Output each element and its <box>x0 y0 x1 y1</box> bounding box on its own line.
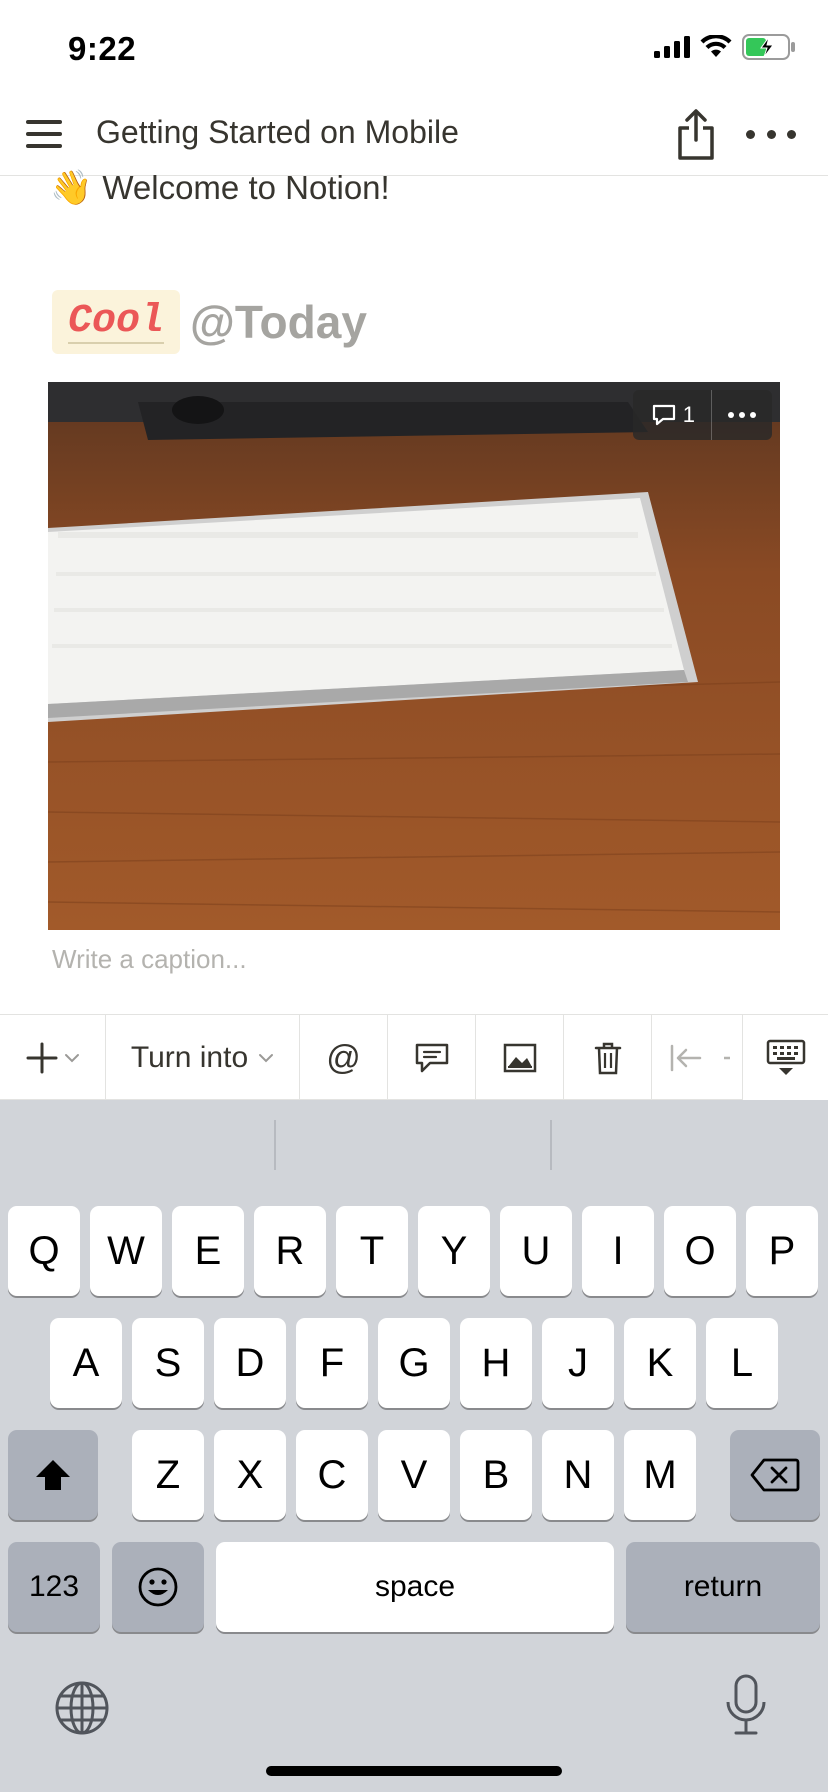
wifi-icon <box>700 35 732 57</box>
trash-icon <box>594 1042 621 1075</box>
waving-hand-emoji: 👋 <box>50 169 93 207</box>
key-b[interactable]: B <box>460 1430 532 1520</box>
date-mention-placeholder: @Today <box>190 296 367 348</box>
mention-button[interactable]: @ <box>300 1015 388 1101</box>
key-y[interactable]: Y <box>418 1206 490 1296</box>
key-x[interactable]: X <box>214 1430 286 1520</box>
key-v[interactable]: V <box>378 1430 450 1520</box>
key-r[interactable]: R <box>254 1206 326 1296</box>
numbers-key[interactable]: 123 <box>8 1542 100 1632</box>
comment-icon <box>415 1043 448 1073</box>
backspace-icon <box>750 1458 800 1492</box>
text-block[interactable]: Cool @Today <box>52 290 367 354</box>
inline-code-highlight: Cool <box>52 290 181 354</box>
globe-icon[interactable] <box>54 1680 110 1736</box>
key-u[interactable]: U <box>500 1206 572 1296</box>
turn-into-label: Turn into <box>130 1041 249 1074</box>
welcome-text: Welcome to Notion! <box>102 169 390 206</box>
more-options-icon[interactable] <box>746 116 796 152</box>
suggestion-divider <box>274 1120 276 1170</box>
insert-image-button[interactable] <box>476 1015 564 1101</box>
inline-code-text: Cool <box>68 299 165 344</box>
suggestion-divider <box>550 1120 552 1170</box>
comment-icon <box>652 404 675 426</box>
backspace-key[interactable] <box>730 1430 820 1520</box>
status-time: 9:22 <box>68 30 137 67</box>
key-l[interactable]: L <box>706 1318 778 1408</box>
onscreen-keyboard: Q W E R T Y U I O P A S D F G H J K L Z … <box>0 1100 828 1792</box>
cellular-signal-icon <box>654 36 690 58</box>
keyboard-hide-icon <box>766 1039 805 1075</box>
key-e[interactable]: E <box>172 1206 244 1296</box>
delete-block-button[interactable] <box>564 1015 652 1101</box>
home-indicator[interactable] <box>266 1766 562 1776</box>
key-a[interactable]: A <box>50 1318 122 1408</box>
key-g[interactable]: G <box>378 1318 450 1408</box>
microphone-icon[interactable] <box>724 1674 768 1736</box>
key-k[interactable]: K <box>624 1318 696 1408</box>
at-sign-icon: @ <box>326 1038 361 1077</box>
status-bar: 9:22 <box>0 0 828 96</box>
outdent-button[interactable] <box>652 1015 740 1101</box>
page-title: Getting Started on Mobile <box>96 114 459 150</box>
key-p[interactable]: P <box>746 1206 818 1296</box>
image-icon <box>503 1043 536 1073</box>
return-key[interactable]: return <box>626 1542 820 1632</box>
shift-key[interactable] <box>8 1430 98 1520</box>
key-w[interactable]: W <box>90 1206 162 1296</box>
comment-button[interactable] <box>388 1015 476 1101</box>
caption-placeholder[interactable]: Write a caption... <box>52 944 247 975</box>
keyboard-photo[interactable]: 1 <box>48 382 780 930</box>
key-z[interactable]: Z <box>132 1430 204 1520</box>
predictive-text-bar[interactable] <box>0 1100 828 1196</box>
image-comments-button[interactable]: 1 <box>633 390 712 440</box>
chevron-down-icon <box>64 1054 79 1063</box>
key-i[interactable]: I <box>582 1206 654 1296</box>
outdent-icon <box>670 1044 730 1072</box>
keyboard-photo-illustration <box>48 382 780 930</box>
add-block-button[interactable] <box>0 1015 106 1101</box>
plus-icon <box>26 1042 57 1074</box>
welcome-heading[interactable]: 👋 Welcome to Notion! <box>50 168 390 208</box>
emoji-key[interactable] <box>112 1542 204 1632</box>
top-navigation-bar: Getting Started on Mobile <box>0 96 828 176</box>
key-j[interactable]: J <box>542 1318 614 1408</box>
share-icon[interactable] <box>672 106 720 162</box>
turn-into-button[interactable]: Turn into <box>106 1015 300 1101</box>
key-q[interactable]: Q <box>8 1206 80 1296</box>
key-s[interactable]: S <box>132 1318 204 1408</box>
image-overlay-controls: 1 <box>632 390 772 440</box>
hamburger-menu-icon[interactable] <box>24 114 64 154</box>
shift-arrow-icon <box>36 1460 70 1490</box>
key-c[interactable]: C <box>296 1430 368 1520</box>
image-more-icon[interactable] <box>712 390 772 440</box>
emoji-face-icon <box>138 1567 178 1607</box>
comment-count: 1 <box>682 402 695 427</box>
key-t[interactable]: T <box>336 1206 408 1296</box>
key-d[interactable]: D <box>214 1318 286 1408</box>
space-key[interactable]: space <box>216 1542 614 1632</box>
battery-charging-icon <box>742 34 795 60</box>
key-m[interactable]: M <box>624 1430 696 1520</box>
status-icons <box>654 34 796 60</box>
key-o[interactable]: O <box>664 1206 736 1296</box>
key-n[interactable]: N <box>542 1430 614 1520</box>
dismiss-keyboard-button[interactable] <box>742 1015 828 1101</box>
editing-toolbar: Turn into @ <box>0 1014 828 1101</box>
key-f[interactable]: F <box>296 1318 368 1408</box>
chevron-down-icon <box>259 1054 274 1063</box>
key-h[interactable]: H <box>460 1318 532 1408</box>
